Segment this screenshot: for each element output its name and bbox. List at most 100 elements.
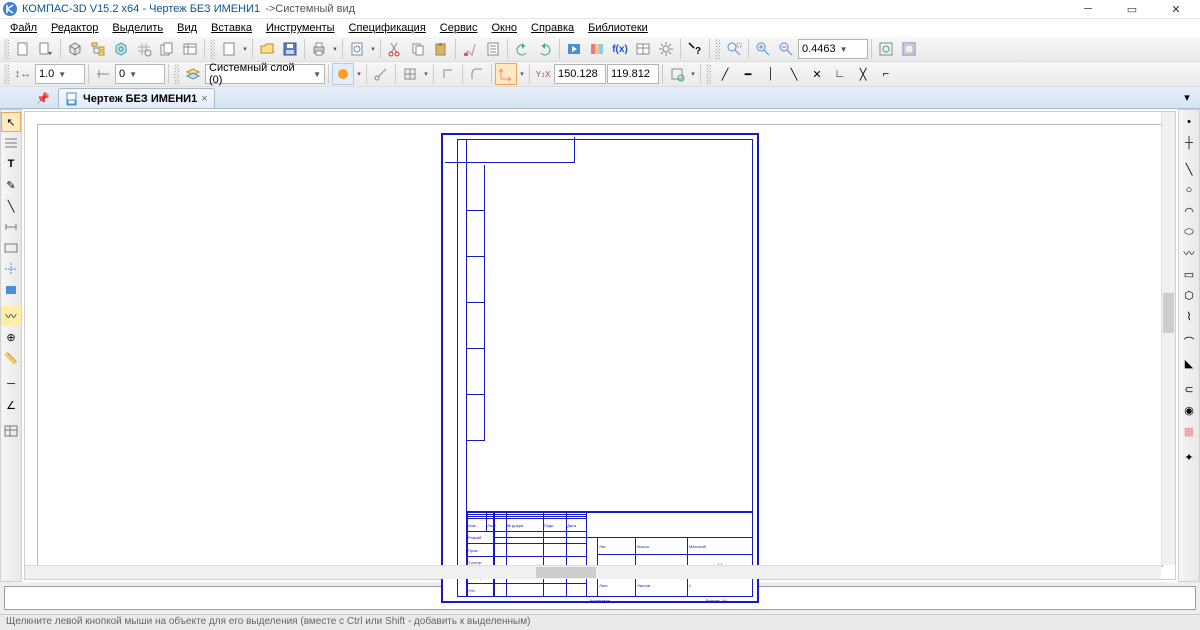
cube-icon[interactable] [64, 38, 86, 60]
redo-icon[interactable] [534, 38, 556, 60]
spline-tool-icon[interactable]: 〰 [1179, 243, 1199, 263]
gear-icon[interactable] [655, 38, 677, 60]
layer-select[interactable]: Системный слой (0)▼ [205, 64, 325, 84]
vars-icon[interactable] [632, 38, 654, 60]
close-button[interactable]: ✕ [1154, 1, 1198, 18]
axis2-tool-icon[interactable]: ┼ [1179, 133, 1199, 153]
line-style-8-icon[interactable]: ⌐ [875, 63, 897, 85]
dropdown-arrow-icon[interactable]: ▾ [331, 45, 339, 53]
new-blank-icon[interactable] [218, 38, 240, 60]
offset-input[interactable]: 0▼ [115, 64, 165, 84]
dimension-tool-icon[interactable] [1, 217, 21, 237]
menu-spec[interactable]: Спецификация [343, 21, 432, 35]
extra-tool-icon[interactable]: ✦ [1179, 447, 1199, 467]
snap-icon[interactable] [370, 63, 392, 85]
paste-icon[interactable] [430, 38, 452, 60]
text-tool-icon[interactable]: T [1, 154, 21, 174]
coord-x-input[interactable]: 150.128 [554, 64, 606, 84]
fillet-tool-icon[interactable]: ⌒ [1179, 332, 1199, 352]
step-input[interactable]: 1.0▼ [35, 64, 85, 84]
ortho-icon[interactable] [437, 63, 459, 85]
grid-setup-icon[interactable] [133, 38, 155, 60]
cut-icon[interactable] [384, 38, 406, 60]
coord-y-input[interactable]: 119.812 [607, 64, 659, 84]
layers-icon[interactable] [182, 63, 204, 85]
ellipse-tool-icon[interactable]: ⬭ [1179, 222, 1199, 242]
menu-window[interactable]: Окно [485, 21, 523, 35]
segment-tool-icon[interactable]: ─ [1, 374, 21, 394]
dropdown-arrow-icon[interactable]: ▾ [355, 70, 363, 78]
help-context-icon[interactable]: ? [684, 38, 706, 60]
pen-tool-icon[interactable]: ✎ [1, 175, 21, 195]
pin-icon[interactable]: 📌 [32, 88, 54, 108]
menu-file[interactable]: Файл [4, 21, 43, 35]
run-icon[interactable] [563, 38, 585, 60]
brush-icon[interactable] [459, 38, 481, 60]
redraw-icon[interactable] [898, 38, 920, 60]
open-icon[interactable] [256, 38, 278, 60]
param-icon[interactable]: ⊕ [1, 327, 21, 347]
vertical-scrollbar[interactable] [1161, 112, 1175, 565]
rect-tool-icon[interactable] [1, 280, 21, 300]
seg-tool-icon[interactable]: ╲ [1179, 159, 1199, 179]
rebuild-icon[interactable] [666, 63, 688, 85]
library-icon[interactable] [586, 38, 608, 60]
undo-icon[interactable] [511, 38, 533, 60]
line-style-2-icon[interactable]: ━ [737, 63, 759, 85]
grip-icon[interactable] [210, 39, 215, 60]
minimize-button[interactable]: ─ [1066, 1, 1110, 18]
menu-tools[interactable]: Инструменты [260, 21, 341, 35]
dropdown-arrow-icon[interactable]: ▾ [518, 70, 526, 78]
hatch-tool-icon[interactable]: 〰 [1, 306, 21, 326]
tab-dropdown-icon[interactable]: ▾ [1176, 86, 1198, 108]
save-icon[interactable] [279, 38, 301, 60]
line-style-3-icon[interactable]: │ [760, 63, 782, 85]
dropdown-arrow-icon[interactable]: ▾ [689, 70, 697, 78]
line-style-7-icon[interactable]: ╳ [852, 63, 874, 85]
dropdown-arrow-icon[interactable]: ▾ [241, 45, 249, 53]
continuous-tool-icon[interactable]: ⌇ [1179, 306, 1199, 326]
new-doc-dd-icon[interactable] [35, 38, 57, 60]
horizontal-scrollbar[interactable] [25, 565, 1161, 579]
doc-stack-icon[interactable] [156, 38, 178, 60]
dropdown-arrow-icon[interactable]: ▾ [422, 70, 430, 78]
line-style-4-icon[interactable]: ╲ [783, 63, 805, 85]
collect-tool-icon[interactable]: ◉ [1179, 400, 1199, 420]
autoline-tool-icon[interactable] [1, 133, 21, 153]
line-style-5-icon[interactable]: ✕ [806, 63, 828, 85]
arc-tool-icon[interactable]: ◠ [1179, 201, 1199, 221]
zoom-value-input[interactable]: 0.4463▼ [798, 39, 868, 59]
polygon-tool-icon[interactable]: ⬡ [1179, 285, 1199, 305]
xy-label-icon[interactable]: Y↕X [533, 63, 553, 85]
rect2-tool-icon[interactable]: ▭ [1179, 264, 1199, 284]
circle-tool-icon[interactable]: ○ [1179, 180, 1199, 200]
copy-icon[interactable] [407, 38, 429, 60]
hatch2-tool-icon[interactable]: ▦ [1179, 421, 1199, 441]
chamfer-tool-icon[interactable]: ◣ [1179, 353, 1199, 373]
menu-insert[interactable]: Вставка [205, 21, 258, 35]
maximize-button[interactable]: ▭ [1110, 1, 1154, 18]
grip-icon[interactable] [4, 39, 9, 60]
line-style-1-icon[interactable]: ╱ [714, 63, 736, 85]
fx-icon[interactable]: f(x) [609, 38, 631, 60]
properties-icon[interactable] [482, 38, 504, 60]
grip-icon[interactable] [715, 39, 720, 60]
measure-tool-icon[interactable]: 📏 [1, 348, 21, 368]
offset-icon[interactable] [92, 63, 114, 85]
grip-icon[interactable] [706, 64, 711, 85]
print-icon[interactable] [308, 38, 330, 60]
menu-libs[interactable]: Библиотеки [582, 21, 654, 35]
update-views-icon[interactable] [875, 38, 897, 60]
grip-icon[interactable] [174, 64, 179, 85]
grip-icon[interactable] [4, 64, 9, 85]
local-cs-icon[interactable] [495, 63, 517, 85]
zoom-in-icon[interactable] [752, 38, 774, 60]
menu-view[interactable]: Вид [171, 21, 203, 35]
equidist-tool-icon[interactable]: ⊂ [1179, 379, 1199, 399]
zoom-window-icon[interactable] [723, 38, 745, 60]
table-tool-icon[interactable] [1, 238, 21, 258]
menu-service[interactable]: Сервис [434, 21, 484, 35]
angle-tool-icon[interactable]: ∠ [1, 395, 21, 415]
color-icon[interactable] [332, 63, 354, 85]
refresh-cube-icon[interactable] [110, 38, 132, 60]
